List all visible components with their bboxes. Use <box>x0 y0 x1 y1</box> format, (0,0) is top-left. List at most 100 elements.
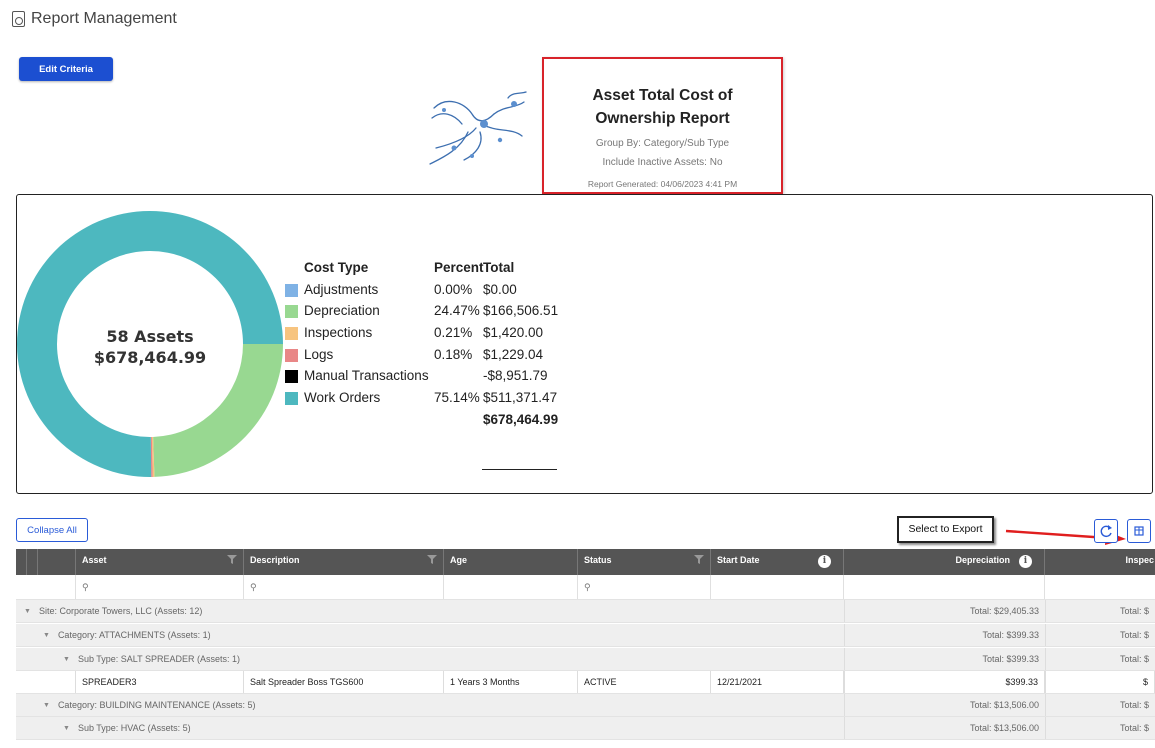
report-info-box: Asset Total Cost of Ownership Report Gro… <box>542 57 783 194</box>
legend-percent: 0.21% <box>434 325 473 341</box>
status-cell: ACTIVE <box>578 671 711 693</box>
grand-total-center: $678,464.99 <box>93 348 207 367</box>
include-inactive-label: Include Inactive Assets: No <box>602 157 723 168</box>
group-dep-total: Total: $29,405.33 <box>844 600 1045 622</box>
caret-down-icon[interactable]: ▼ <box>63 656 70 663</box>
col-header-description[interactable]: Description <box>244 549 444 575</box>
group-row-subtype[interactable]: ▼ Sub Type: SALT SPREADER (Assets: 1) Tot… <box>16 648 1155 671</box>
group-insp-total: Total: $ <box>1045 624 1155 646</box>
depreciation-cell: $399.33 <box>844 671 1045 693</box>
expand-col-header <box>27 549 38 575</box>
group-row-category[interactable]: ▼ Category: ATTACHMENTS (Assets: 1) Total… <box>16 624 1155 647</box>
manual-transactions-swatch <box>285 370 298 384</box>
row-indent <box>16 671 76 693</box>
refresh-icon <box>1100 525 1112 538</box>
legend-total: $1,420.00 <box>483 325 544 341</box>
group-dep-total: Total: $13,506.00 <box>844 717 1045 739</box>
group-label-cell: ▼ Category: BUILDING MAINTENANCE (Assets:… <box>43 700 256 710</box>
start-date-filter-input[interactable] <box>711 575 844 599</box>
caret-down-icon[interactable]: ▼ <box>43 632 50 639</box>
group-dep-total: Total: $399.33 <box>844 624 1045 646</box>
filter-icon[interactable] <box>694 555 704 564</box>
inspections-filter-input[interactable] <box>1045 575 1155 599</box>
report-document-icon <box>12 11 25 27</box>
edit-criteria-button[interactable]: Edit Criteria <box>19 57 113 81</box>
asset-cell: SPREADER3 <box>76 671 244 693</box>
page-header: Report Management <box>12 10 177 28</box>
expand-col-header <box>16 549 27 575</box>
report-title: Asset Total Cost of Ownership Report <box>592 87 733 127</box>
col-header-status[interactable]: Status <box>578 549 711 575</box>
export-icon <box>1134 526 1144 536</box>
age-filter-input[interactable] <box>444 575 578 599</box>
col-header-age[interactable]: Age <box>444 549 578 575</box>
status-filter-input[interactable]: ⚲ <box>578 575 711 599</box>
table-row[interactable] <box>16 741 1155 748</box>
legend-percent: 24.47% <box>434 303 480 319</box>
refresh-button[interactable] <box>1094 519 1118 543</box>
description-cell: Salt Spreader Boss TGS600 <box>244 671 444 693</box>
group-row-site[interactable]: ▼ Site: Corporate Towers, LLC (Assets: 12… <box>16 600 1155 623</box>
expand-col-header <box>38 549 76 575</box>
report-generated-label: Report Generated: 04/06/2023 4:41 PM <box>587 179 738 189</box>
group-row-category[interactable]: ▼ Category: BUILDING MAINTENANCE (Assets:… <box>16 694 1155 717</box>
col-label: Start Date <box>717 555 760 565</box>
legend-name: Manual Transactions <box>304 368 429 384</box>
legend-total: $0.00 <box>483 281 517 297</box>
filter-spacer <box>16 575 76 599</box>
search-icon: ⚲ <box>82 581 89 592</box>
group-insp-total: Total: $ <box>1045 648 1155 670</box>
col-header-start-date[interactable]: Start Date i <box>711 549 844 575</box>
total-header: Total <box>483 260 515 275</box>
asset-count: 58 Assets <box>106 327 194 346</box>
legend-total: $166,506.51 <box>483 303 559 319</box>
depreciation-filter-input[interactable] <box>844 575 1045 599</box>
col-label: Status <box>584 555 612 565</box>
asset-filter-input[interactable]: ⚲ <box>76 575 244 599</box>
export-button[interactable] <box>1127 519 1151 543</box>
group-row-subtype[interactable]: ▼ Sub Type: HVAC (Assets: 5) Total: $13,5… <box>16 717 1155 740</box>
col-header-inspections[interactable]: Inspec <box>1045 549 1155 575</box>
legend-percent: 75.14% <box>434 390 480 406</box>
percent-header: Percent <box>434 260 484 275</box>
legend-grand-total: $678,464.99 <box>483 411 559 427</box>
group-by-label: Group By: Category/Sub Type <box>595 138 730 149</box>
filter-icon[interactable] <box>227 555 237 564</box>
inspections-swatch <box>285 327 298 341</box>
col-label: Asset <box>82 555 107 565</box>
group-insp-total: Total: $ <box>1045 694 1155 716</box>
legend-percent: 0.18% <box>434 346 473 362</box>
filter-icon[interactable] <box>427 555 437 564</box>
group-dep-total: Total: $13,506.00 <box>844 694 1045 716</box>
info-icon[interactable]: i <box>818 555 831 568</box>
adjustments-swatch <box>285 283 298 297</box>
col-header-depreciation[interactable]: Depreciation i <box>844 549 1045 575</box>
total-underline <box>482 469 557 470</box>
grid-header-row: Asset Description Age Status Start Date … <box>16 549 1155 575</box>
col-header-asset[interactable]: Asset <box>76 549 244 575</box>
legend-total: -$8,951.79 <box>483 368 548 384</box>
col-label: Description <box>250 555 300 565</box>
table-row[interactable]: SPREADER3 Salt Spreader Boss TGS600 1 Ye… <box>16 671 1155 694</box>
legend-total: $1,229.04 <box>483 346 544 362</box>
legend-percent: 0.00% <box>434 281 473 297</box>
cost-chart-panel: 58 Assets $678,464.99 Cost Type Percent … <box>16 194 1153 494</box>
page-title: Report Management <box>31 10 177 27</box>
legend-total: $511,371.47 <box>483 390 558 406</box>
col-label: Inspec <box>1125 555 1154 565</box>
cost-type-header: Cost Type <box>304 260 369 275</box>
group-label-cell: ▼ Sub Type: SALT SPREADER (Assets: 1) <box>63 654 241 664</box>
group-label-cell: ▼ Category: ATTACHMENTS (Assets: 1) <box>43 630 211 640</box>
caret-down-icon[interactable]: ▼ <box>43 702 50 709</box>
group-label-cell: ▼ Site: Corporate Towers, LLC (Assets: 12… <box>24 606 203 616</box>
caret-down-icon[interactable]: ▼ <box>24 608 31 615</box>
group-label-cell: ▼ Sub Type: HVAC (Assets: 5) <box>63 723 191 733</box>
group-insp-total: Total: $ <box>1045 717 1155 739</box>
caret-down-icon[interactable]: ▼ <box>63 725 70 732</box>
info-icon[interactable]: i <box>1019 555 1032 568</box>
legend-name: Inspections <box>304 325 373 341</box>
description-filter-input[interactable]: ⚲ <box>244 575 444 599</box>
collapse-all-button[interactable]: Collapse All <box>16 518 88 542</box>
col-label: Age <box>450 555 468 565</box>
age-cell: 1 Years 3 Months <box>444 671 578 693</box>
